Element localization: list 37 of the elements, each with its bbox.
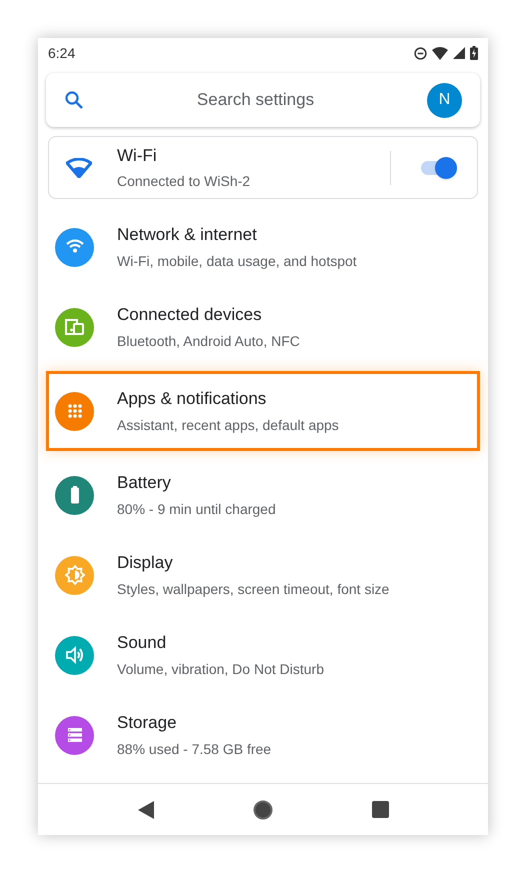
settings-item[interactable]: Storage 88% used - 7.58 GB free bbox=[38, 695, 488, 775]
item-subtitle: Wi-Fi, mobile, data usage, and hotspot bbox=[117, 252, 357, 271]
wifi-subtitle: Connected to WiSh-2 bbox=[117, 172, 252, 191]
item-subtitle: Volume, vibration, Do Not Disturb bbox=[117, 660, 324, 679]
settings-item[interactable]: Sound Volume, vibration, Do Not Disturb bbox=[38, 615, 488, 695]
settings-item[interactable]: Battery 80% - 9 min until charged bbox=[38, 455, 488, 535]
cell-signal-icon bbox=[453, 47, 465, 59]
status-time: 6:24 bbox=[48, 44, 76, 62]
item-title: Sound bbox=[117, 632, 168, 654]
settings-item[interactable]: Network & internet Wi-Fi, mobile, data usage, and hotspot bbox=[38, 207, 488, 287]
item-subtitle: 80% - 9 min until charged bbox=[117, 500, 276, 519]
wifi-title: Wi-Fi bbox=[117, 145, 158, 168]
item-title: Battery bbox=[117, 472, 172, 494]
search-bar[interactable]: Search settings N bbox=[46, 73, 480, 127]
search-placeholder: Search settings bbox=[196, 89, 316, 112]
recents-icon[interactable] bbox=[372, 801, 389, 818]
item-title: Network & internet bbox=[117, 224, 258, 246]
wifi-signal-icon bbox=[432, 46, 448, 60]
item-subtitle: Styles, wallpapers, screen timeout, font size bbox=[117, 580, 390, 599]
settings-item[interactable]: Display Styles, wallpapers, screen timeout, font size bbox=[38, 535, 488, 615]
item-title: Storage bbox=[117, 712, 178, 734]
highlighted-settings-item[interactable]: Apps & notifications Assistant, recent apps, default apps bbox=[46, 371, 480, 451]
item-title: Display bbox=[117, 552, 174, 574]
item-subtitle: Bluetooth, Android Auto, NFC bbox=[117, 332, 300, 351]
wifi-icon bbox=[66, 158, 92, 178]
wifi-toggle[interactable] bbox=[421, 156, 457, 178]
account-avatar[interactable]: N bbox=[427, 82, 462, 118]
item-title: Apps & notifications bbox=[117, 388, 268, 410]
back-icon[interactable] bbox=[137, 800, 156, 820]
home-icon[interactable] bbox=[253, 800, 274, 820]
item-subtitle: 88% used - 7.58 GB free bbox=[117, 740, 272, 759]
item-title: Connected devices bbox=[117, 304, 263, 326]
battery-charging-icon bbox=[470, 46, 478, 60]
do-not-disturb-icon bbox=[414, 46, 427, 60]
settings-item[interactable]: Connected devices Bluetooth, Android Auto, NFC bbox=[38, 287, 488, 367]
item-subtitle: Assistant, recent apps, default apps bbox=[117, 416, 339, 435]
search-icon bbox=[64, 90, 84, 110]
